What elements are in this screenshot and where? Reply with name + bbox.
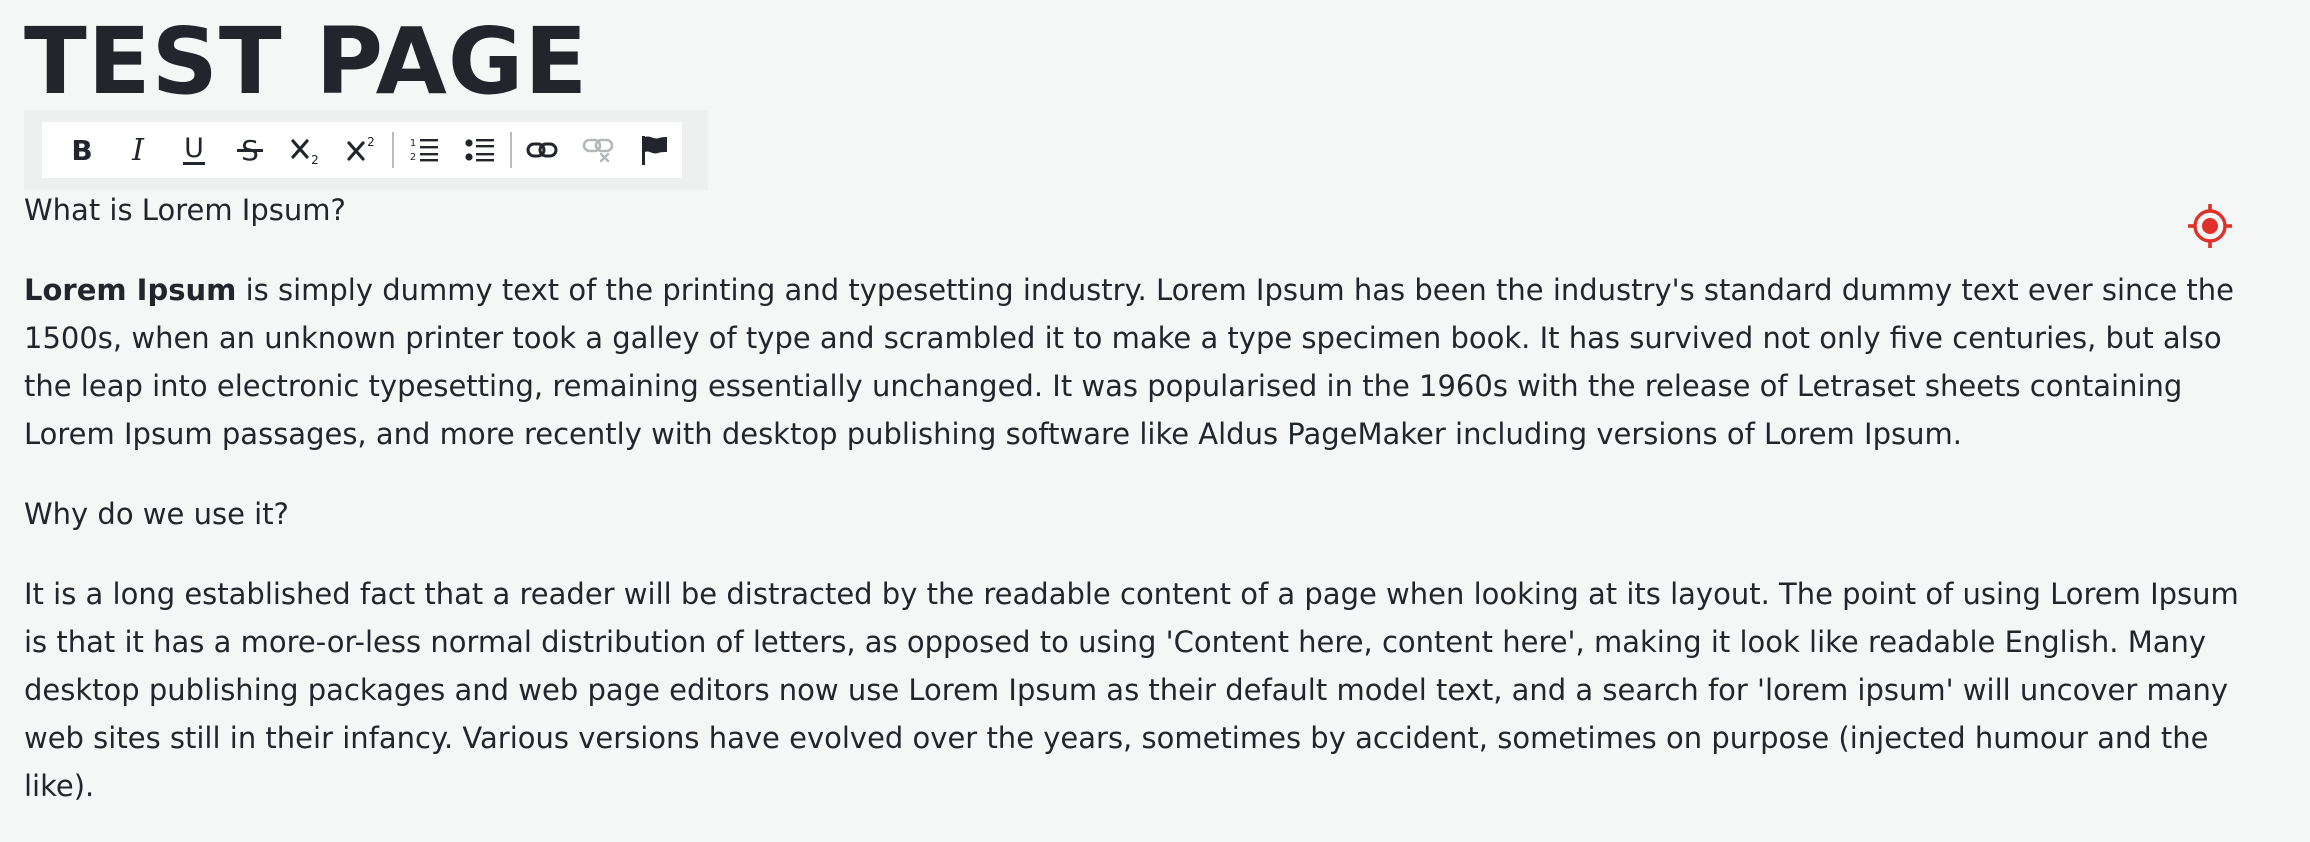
page-title: TEST PAGE bbox=[24, 8, 589, 115]
strikethrough-button[interactable]: S bbox=[222, 122, 278, 178]
page: TEST PAGE B I U S 2 2 1 2 What is Lorem … bbox=[0, 0, 2310, 842]
toolbar-separator bbox=[392, 132, 394, 168]
question-heading-2: Why do we use it? bbox=[24, 497, 289, 531]
subscript-icon: 2 bbox=[291, 139, 319, 165]
link-icon bbox=[526, 142, 558, 158]
superscript-icon: 2 bbox=[347, 135, 375, 161]
svg-text:2: 2 bbox=[311, 153, 319, 165]
svg-text:2: 2 bbox=[367, 135, 375, 149]
svg-text:2: 2 bbox=[410, 152, 416, 163]
bold-button[interactable]: B bbox=[54, 122, 110, 178]
svg-text:1: 1 bbox=[410, 138, 416, 149]
bold-icon: B bbox=[71, 135, 92, 165]
paragraph-1-text: is simply dummy text of the printing and… bbox=[24, 273, 2235, 451]
italic-button[interactable]: I bbox=[110, 122, 166, 178]
link-button[interactable] bbox=[514, 122, 570, 178]
bullet-list-button[interactable] bbox=[452, 122, 508, 178]
editor-toolbar-container: B I U S 2 2 1 2 bbox=[24, 110, 708, 190]
editor-toolbar: B I U S 2 2 1 2 bbox=[42, 122, 682, 178]
unlink-icon bbox=[582, 138, 614, 163]
ordered-list-icon: 1 2 bbox=[410, 138, 438, 163]
bold-text: Lorem Ipsum bbox=[24, 273, 237, 307]
paragraph-2: It is a long established fact that a rea… bbox=[24, 577, 2239, 803]
svg-text:B: B bbox=[71, 135, 92, 165]
toolbar-separator bbox=[510, 132, 512, 168]
superscript-button[interactable]: 2 bbox=[334, 122, 390, 178]
target-icon[interactable] bbox=[2187, 203, 2233, 249]
editor-content[interactable]: What is Lorem Ipsum? Lorem Ipsum is simp… bbox=[24, 186, 2244, 842]
strikethrough-icon: S bbox=[237, 135, 263, 165]
italic-icon: I bbox=[131, 135, 145, 165]
ordered-list-button[interactable]: 1 2 bbox=[396, 122, 452, 178]
flag-icon bbox=[642, 136, 667, 165]
underline-icon: U bbox=[183, 134, 205, 165]
underline-button[interactable]: U bbox=[166, 122, 222, 178]
svg-text:I: I bbox=[131, 135, 145, 165]
unlink-button[interactable] bbox=[570, 122, 626, 178]
question-heading-1: What is Lorem Ipsum? bbox=[24, 193, 346, 227]
svg-text:U: U bbox=[184, 134, 204, 164]
paragraph-1: Lorem Ipsum is simply dummy text of the … bbox=[24, 266, 2244, 458]
flag-button[interactable] bbox=[626, 122, 682, 178]
bullet-list-icon bbox=[465, 139, 494, 162]
subscript-button[interactable]: 2 bbox=[278, 122, 334, 178]
